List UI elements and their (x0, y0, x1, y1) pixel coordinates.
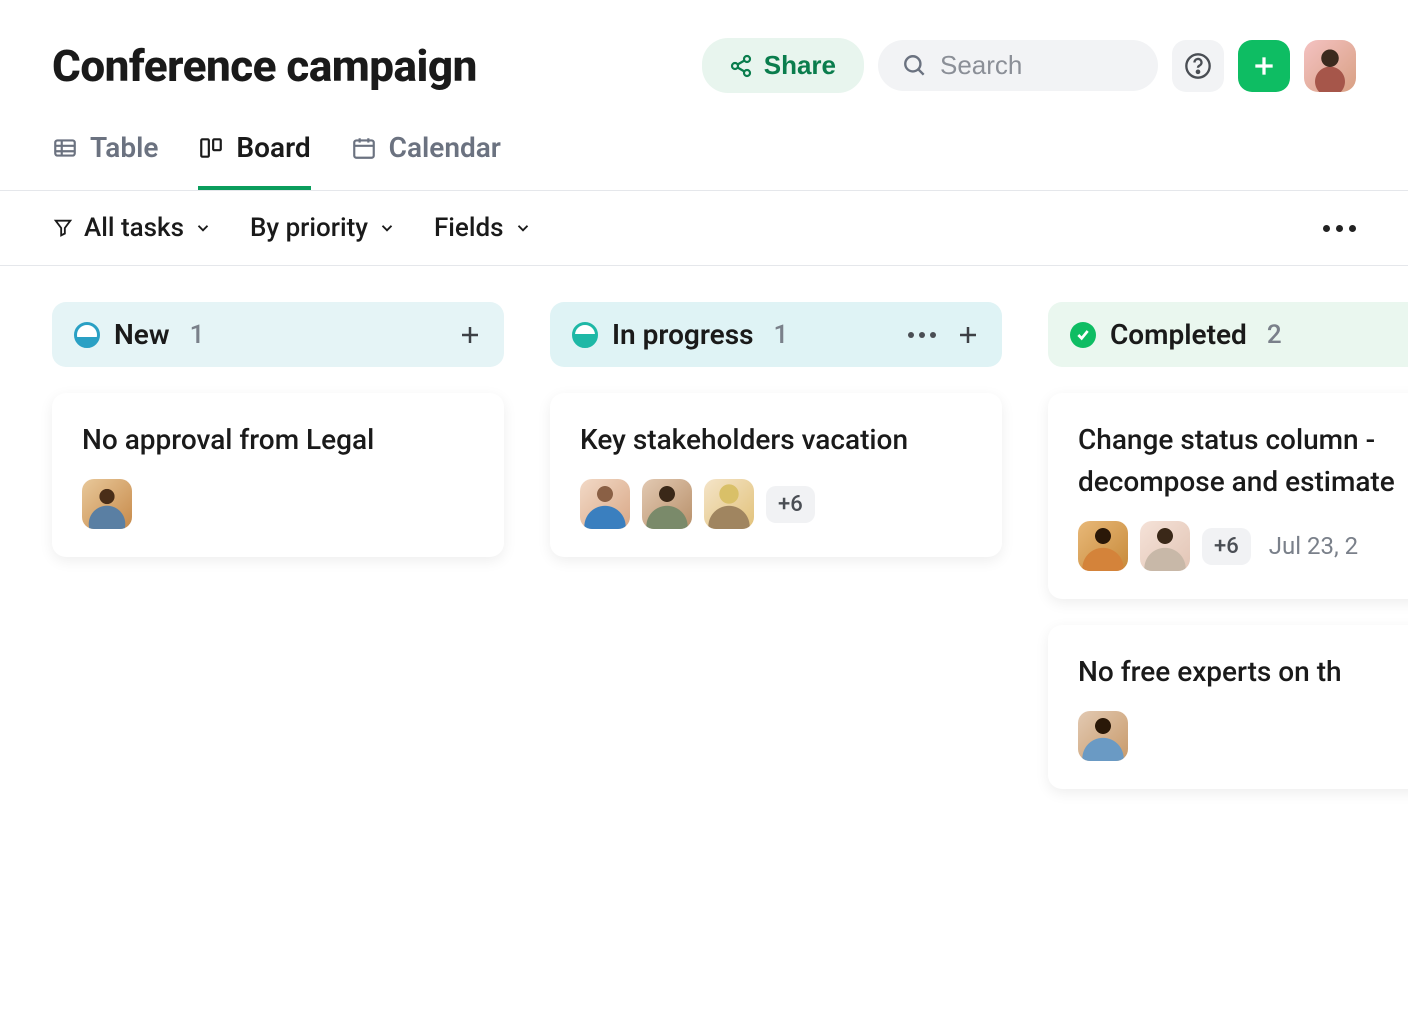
status-icon-new (74, 322, 100, 348)
fields-selector[interactable]: Fields (434, 213, 532, 243)
assignee-avatar[interactable] (580, 479, 630, 529)
assignee-avatar[interactable] (1140, 521, 1190, 571)
filter-icon (52, 217, 74, 239)
plus-icon (1251, 53, 1277, 79)
column-count: 1 (774, 320, 789, 350)
assignee-avatar[interactable] (82, 479, 132, 529)
column-more[interactable] (908, 332, 936, 338)
share-label: Share (764, 50, 836, 81)
tab-board[interactable]: Board (198, 131, 310, 190)
column-in-progress: In progress 1 Key stakeholders vacation … (550, 302, 1002, 815)
sort-label: By priority (250, 213, 368, 243)
task-card[interactable]: Change status column - decompose and est… (1048, 393, 1408, 599)
page-title: Conference campaign (52, 40, 477, 92)
assignee-avatar[interactable] (1078, 711, 1128, 761)
share-icon (730, 54, 754, 78)
board-icon (198, 135, 224, 161)
help-button[interactable] (1172, 40, 1224, 92)
search-input[interactable] (940, 50, 1134, 81)
column-name: In progress (612, 318, 754, 351)
add-button[interactable] (1238, 40, 1290, 92)
fields-label: Fields (434, 213, 504, 243)
tab-label: Calendar (389, 131, 501, 164)
column-name: Completed (1110, 318, 1247, 351)
filter-all-tasks[interactable]: All tasks (52, 213, 212, 243)
chevron-down-icon (378, 219, 396, 237)
assignee-avatar[interactable] (642, 479, 692, 529)
help-icon (1184, 52, 1212, 80)
status-icon-done (1070, 322, 1096, 348)
tab-table[interactable]: Table (52, 131, 158, 190)
card-title: No free experts on th (1078, 651, 1408, 693)
column-count: 2 (1267, 320, 1282, 350)
tab-calendar[interactable]: Calendar (351, 131, 501, 190)
assignee-overflow[interactable]: +6 (1202, 528, 1251, 565)
column-new: New 1 No approval from Legal (52, 302, 504, 815)
due-date: Jul 23, 2 (1269, 532, 1358, 560)
toolbar-more[interactable] (1323, 225, 1356, 232)
search-wrap[interactable] (878, 40, 1158, 91)
column-completed: Completed 2 Change status column - decom… (1048, 302, 1408, 815)
filter-label: All tasks (84, 213, 184, 243)
chevron-down-icon (194, 219, 212, 237)
assignee-overflow[interactable]: +6 (766, 486, 815, 523)
search-icon (902, 53, 928, 79)
card-title: Change status column - decompose and est… (1078, 419, 1408, 503)
card-title: Key stakeholders vacation (580, 419, 972, 461)
add-card-button[interactable] (458, 323, 482, 347)
sort-by-priority[interactable]: By priority (250, 213, 396, 243)
add-card-button[interactable] (956, 323, 980, 347)
user-avatar[interactable] (1304, 40, 1356, 92)
task-card[interactable]: No free experts on th (1048, 625, 1408, 789)
tab-label: Table (90, 131, 158, 164)
chevron-down-icon (514, 219, 532, 237)
assignee-avatar[interactable] (704, 479, 754, 529)
card-title: No approval from Legal (82, 419, 474, 461)
assignee-avatar[interactable] (1078, 521, 1128, 571)
task-card[interactable]: No approval from Legal (52, 393, 504, 557)
task-card[interactable]: Key stakeholders vacation +6 (550, 393, 1002, 557)
column-name: New (114, 318, 170, 351)
column-count: 1 (190, 320, 205, 350)
table-icon (52, 135, 78, 161)
status-icon-progress (572, 322, 598, 348)
tab-label: Board (236, 131, 310, 164)
calendar-icon (351, 135, 377, 161)
share-button[interactable]: Share (702, 38, 864, 93)
